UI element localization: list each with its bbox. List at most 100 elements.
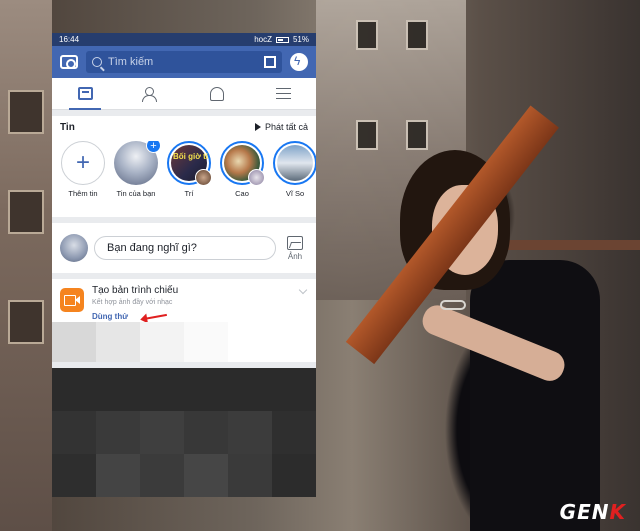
- messenger-icon[interactable]: [290, 53, 308, 71]
- pixel-block: [96, 368, 140, 411]
- logo-suffix: K: [609, 500, 626, 524]
- search-input[interactable]: Tìm kiếm: [86, 51, 282, 73]
- tab-notifications[interactable]: [197, 78, 237, 110]
- window-decor: [8, 190, 44, 234]
- pixelated-content-top: [52, 322, 316, 362]
- add-badge-icon: +: [146, 141, 161, 153]
- story-thumbnail: [277, 145, 313, 181]
- story-label: Cao: [235, 189, 249, 198]
- pixel-block: [52, 454, 96, 497]
- slideshow-icon: [60, 288, 84, 312]
- window-decor: [8, 300, 44, 344]
- slideshow-subtitle: Kết hợp ảnh đầy với nhạc: [92, 299, 173, 306]
- window-decor: [356, 20, 378, 50]
- post-composer: Bạn đang nghĩ gì? Ảnh: [52, 223, 316, 273]
- stories-section: Tin Phát tất cả + Thêm tin + Tin của bạn: [52, 116, 316, 217]
- status-bar: 16:44 hocZ 51%: [52, 33, 316, 46]
- notifications-bell-icon: [210, 86, 224, 101]
- pixel-block: [140, 454, 184, 497]
- status-input[interactable]: Bạn đang nghĩ gì?: [94, 236, 276, 260]
- pixel-block: [272, 454, 316, 497]
- pixel-block: [52, 368, 96, 411]
- story-label: Tin của bạn: [116, 189, 156, 198]
- battery-level: 51%: [292, 35, 309, 44]
- photo-icon: [287, 235, 303, 250]
- tab-news-feed[interactable]: [65, 78, 105, 110]
- avatar[interactable]: [60, 234, 88, 262]
- pixel-block: [272, 411, 316, 454]
- story-overlay-text: Bối giờ ti: [173, 152, 209, 161]
- status-indicators: hocZ 51%: [254, 35, 309, 44]
- qr-code-icon[interactable]: [264, 56, 276, 68]
- status-time: 16:44: [59, 35, 80, 44]
- pixel-block: [184, 322, 228, 362]
- slideshow-text: Tạo bản trình chiếu Kết hợp ảnh đầy với …: [92, 285, 308, 323]
- story-label: Vĩ So: [285, 189, 305, 198]
- slideshow-title: Tạo bản trình chiếu: [92, 285, 179, 296]
- photo-label: Ảnh: [287, 251, 303, 261]
- pixel-block: [52, 411, 96, 454]
- pixel-block: [272, 368, 316, 411]
- left-building: [0, 0, 52, 531]
- pixel-block: [96, 322, 140, 362]
- friends-icon: [142, 86, 160, 102]
- story-avatar: [273, 141, 316, 185]
- phone-screenshot: 16:44 hocZ 51% Tìm kiếm Tin Phát tất cả: [52, 33, 316, 497]
- pixel-block: [140, 368, 184, 411]
- window-decor: [406, 20, 428, 50]
- pixel-block: [184, 368, 228, 411]
- pixel-block: [228, 454, 272, 497]
- pixelated-content-dark: [52, 368, 316, 497]
- window-decor: [356, 120, 378, 150]
- pixel-block: [96, 411, 140, 454]
- woman-dress: [470, 260, 600, 531]
- story-add[interactable]: + Thêm tin: [60, 141, 106, 198]
- story-item[interactable]: Cao: [219, 141, 265, 198]
- genk-watermark-logo: GENK: [560, 500, 626, 524]
- pixel-block: [96, 454, 140, 497]
- story-avatar: +: [114, 141, 161, 185]
- story-avatar: [220, 141, 265, 186]
- story-label: Trí: [184, 189, 194, 198]
- add-story-circle: +: [61, 141, 105, 185]
- search-icon: [92, 57, 102, 67]
- battery-icon: [275, 36, 289, 43]
- photo-button[interactable]: Ảnh: [282, 235, 308, 261]
- story-label: Thêm tin: [68, 189, 98, 198]
- try-button[interactable]: Dùng thử: [92, 312, 128, 321]
- logo-prefix: GEN: [559, 500, 610, 524]
- camera-icon[interactable]: [60, 55, 78, 69]
- news-feed-icon: [77, 87, 93, 100]
- story-row: + Thêm tin + Tin của bạn Bối giờ ti Trí: [60, 141, 316, 198]
- pixel-block: [140, 322, 184, 362]
- pixel-block: [184, 454, 228, 497]
- plus-icon: +: [75, 149, 90, 176]
- story-own[interactable]: + Tin của bạn: [113, 141, 161, 198]
- pixel-block: [52, 322, 96, 362]
- play-icon: [254, 123, 261, 131]
- search-placeholder: Tìm kiếm: [108, 56, 154, 68]
- pixel-block: [228, 322, 272, 362]
- carrier-name: hocZ: [254, 35, 272, 44]
- pixel-block: [184, 411, 228, 454]
- window-decor: [406, 120, 428, 150]
- tab-bar: [52, 78, 316, 110]
- story-item[interactable]: Bối giờ ti Trí: [166, 141, 212, 198]
- mini-avatar: [195, 169, 212, 186]
- stories-header: Tin Phát tất cả: [60, 120, 308, 134]
- bracelet: [440, 300, 466, 310]
- story-avatar: Bối giờ ti: [167, 141, 212, 186]
- pixel-block: [140, 411, 184, 454]
- pixel-block: [228, 411, 272, 454]
- top-bar: Tìm kiếm: [52, 46, 316, 78]
- story-item[interactable]: Vĩ So: [272, 141, 316, 198]
- mini-avatar: [248, 169, 265, 186]
- menu-icon: [275, 88, 291, 99]
- play-all-button[interactable]: Phát tất cả: [254, 122, 308, 132]
- pixel-block: [272, 322, 316, 362]
- window-decor: [8, 90, 44, 134]
- play-all-label: Phát tất cả: [264, 122, 308, 132]
- stories-title: Tin: [60, 121, 75, 133]
- tab-menu[interactable]: [263, 78, 303, 110]
- tab-friends[interactable]: [131, 78, 171, 110]
